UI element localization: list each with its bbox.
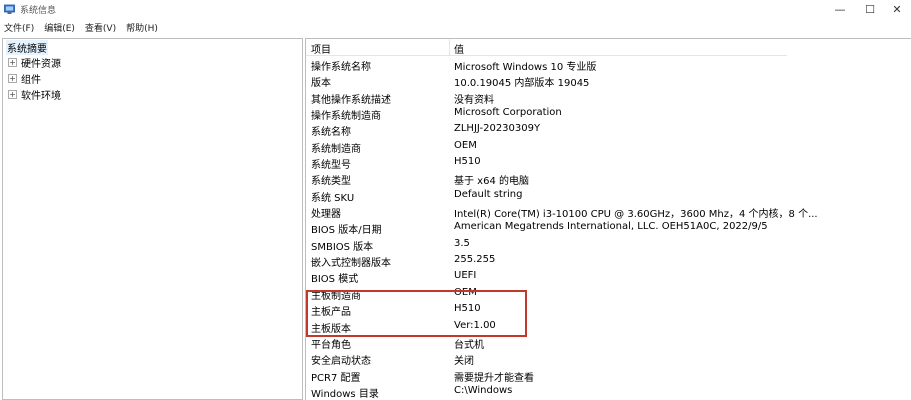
list-header: 项目 值: [306, 39, 787, 56]
list-item[interactable]: BIOS 模式 UEFI: [306, 268, 911, 286]
expand-icon[interactable]: +: [8, 90, 17, 99]
item-value: 需要提升才能查看: [454, 372, 534, 384]
item-value: H510: [454, 156, 481, 168]
item-value: UEFI: [454, 270, 477, 282]
list-item[interactable]: 嵌入式控制器版本 255.255: [306, 252, 911, 270]
item-value: C:\Windows: [454, 384, 513, 396]
menu-view[interactable]: 查看(V): [85, 21, 116, 34]
list-item[interactable]: 安全启动状态 关闭: [306, 350, 911, 368]
list-item[interactable]: 操作系统名称 Microsoft Windows 10 专业版: [306, 56, 911, 73]
item-value: 255.255: [454, 254, 496, 266]
details-list: 项目 值 操作系统名称 Microsoft Windows 10 专业版版本 10.…: [305, 38, 911, 400]
system-info-icon: [4, 4, 15, 14]
item-name: 系统型号: [311, 160, 351, 172]
column-header-item[interactable]: 项目: [311, 41, 331, 56]
tree-item-system-summary[interactable]: 系统摘要: [6, 40, 48, 55]
item-name: 系统名称: [311, 127, 351, 139]
list-rows: 操作系统名称 Microsoft Windows 10 专业版版本 10.0.190…: [306, 56, 911, 400]
item-value: 10.0.19045 内部版本 19045: [454, 78, 590, 90]
item-name: 系统 SKU: [311, 192, 355, 204]
list-item[interactable]: SMBIOS 版本 3.5: [306, 236, 911, 253]
list-item[interactable]: BIOS 版本/日期 American Megatrends Internatio…: [306, 219, 911, 237]
column-divider[interactable]: [449, 39, 450, 56]
list-item[interactable]: 系统名称 ZLHJJ-20230309Y: [306, 121, 911, 139]
item-value: Intel(R) Core(TM) i3-10100 CPU @ 3.60GHz…: [454, 209, 818, 221]
tree-item-hardware-resources[interactable]: + 硬件资源: [8, 55, 62, 70]
item-name: 操作系统名称: [311, 62, 371, 73]
item-name: 处理器: [311, 209, 341, 221]
item-value: American Megatrends International, LLC. …: [454, 221, 768, 233]
item-value: OEM: [454, 139, 477, 151]
item-name: 嵌入式控制器版本: [311, 258, 391, 270]
list-item[interactable]: 系统 SKU Default string: [306, 187, 911, 204]
item-name: 平台角色: [311, 339, 351, 351]
list-item[interactable]: 处理器 Intel(R) Core(TM) i3-10100 CPU @ 3.60…: [306, 203, 911, 221]
item-value: 关闭: [454, 356, 474, 368]
column-header-value[interactable]: 值: [454, 41, 464, 56]
minimize-button[interactable]: —: [826, 0, 854, 19]
item-value: Default string: [454, 188, 523, 200]
item-name: BIOS 版本/日期: [311, 225, 382, 237]
item-name: PCR7 配置: [311, 372, 361, 384]
expand-icon[interactable]: +: [8, 74, 17, 83]
item-value: 没有资料: [454, 94, 494, 106]
item-name: 系统制造商: [311, 143, 361, 155]
list-item[interactable]: PCR7 配置 需要提升才能查看: [306, 367, 911, 384]
category-tree: 系统摘要 + 硬件资源 + 组件 + 软件环境: [2, 38, 303, 400]
item-name: 版本: [311, 78, 331, 90]
item-name: SMBIOS 版本: [311, 241, 374, 253]
window-title: 系统信息: [20, 6, 57, 16]
list-item[interactable]: 系统型号 H510: [306, 154, 911, 172]
list-item[interactable]: 操作系统制造商 Microsoft Corporation: [306, 105, 911, 123]
tree-item-label: 软件环境: [21, 91, 61, 102]
menu-help[interactable]: 帮助(H): [126, 21, 158, 34]
menu-bar: 文件(F) 编辑(E) 查看(V) 帮助(H): [0, 19, 911, 36]
menu-edit[interactable]: 编辑(E): [44, 21, 75, 34]
item-name: 系统类型: [311, 176, 351, 188]
item-name: 操作系统制造商: [311, 111, 381, 123]
list-item[interactable]: Windows 目录 C:\Windows: [306, 383, 911, 400]
tree-item-label: 硬件资源: [21, 59, 61, 70]
item-name: 其他操作系统描述: [311, 94, 391, 106]
tree-item-software-environment[interactable]: + 软件环境: [8, 87, 62, 102]
expand-icon[interactable]: +: [8, 58, 17, 67]
item-name: Windows 目录: [311, 388, 379, 400]
item-value: ZLHJJ-20230309Y: [454, 123, 541, 135]
item-name: 安全启动状态: [311, 356, 371, 368]
maximize-button[interactable]: ☐: [856, 0, 884, 19]
list-item[interactable]: 系统类型 基于 x64 的电脑: [306, 170, 911, 188]
list-item[interactable]: 系统制造商 OEM: [306, 138, 911, 155]
item-value: Microsoft Corporation: [454, 107, 562, 119]
highlight-annotation-box: [306, 290, 527, 337]
title-bar: 系统信息 — ☐ ✕: [0, 0, 911, 19]
item-value: 3.5: [454, 237, 470, 249]
item-value: 台式机: [454, 339, 484, 351]
list-item[interactable]: 版本 10.0.19045 内部版本 19045: [306, 72, 911, 90]
item-value: Microsoft Windows 10 专业版: [454, 62, 597, 73]
list-item[interactable]: 其他操作系统描述 没有资料: [306, 89, 911, 106]
menu-file[interactable]: 文件(F): [4, 21, 34, 34]
tree-item-label: 组件: [21, 75, 41, 86]
tree-item-label: 系统摘要: [6, 40, 48, 55]
item-name: BIOS 模式: [311, 274, 359, 286]
tree-item-components[interactable]: + 组件: [8, 71, 42, 86]
item-value: 基于 x64 的电脑: [454, 176, 529, 188]
close-button[interactable]: ✕: [883, 0, 911, 19]
